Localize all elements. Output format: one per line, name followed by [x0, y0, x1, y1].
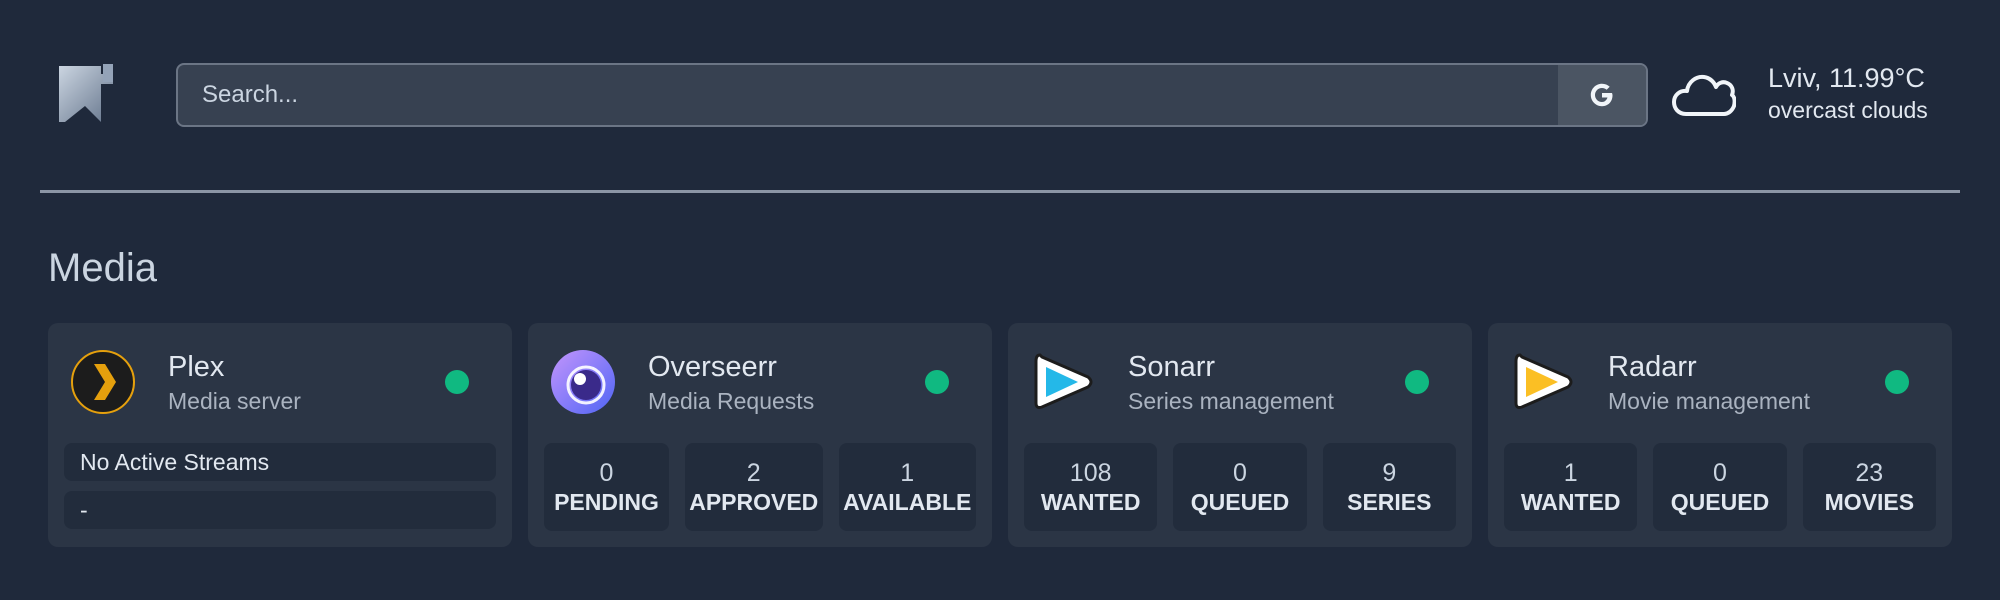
header-divider: [40, 190, 1960, 193]
service-name: Radarr: [1608, 351, 1697, 383]
status-indicator: [925, 370, 949, 394]
search-input[interactable]: [178, 65, 1558, 125]
status-indicator: [1405, 370, 1429, 394]
service-description: Movie management: [1608, 388, 1810, 414]
stat-label: SERIES: [1347, 488, 1432, 515]
service-card-plex[interactable]: Plex Media server No Active Streams -: [48, 323, 512, 547]
stat-value: 0: [1233, 458, 1247, 487]
service-card-sonarr[interactable]: Sonarr Series management 108 WANTED 0 QU…: [1008, 323, 1472, 547]
search-bar: [176, 63, 1648, 127]
stat-queued: 0 QUEUED: [1173, 443, 1307, 531]
stat-label: PENDING: [554, 488, 659, 515]
service-name: Overseerr: [648, 351, 777, 383]
stat-value: 0: [1713, 458, 1727, 487]
service-name: Sonarr: [1128, 351, 1216, 383]
cloud-icon: [1672, 70, 1737, 120]
stat-approved: 2 APPROVED: [685, 443, 823, 531]
status-indicator: [1885, 370, 1909, 394]
bookmark-logo-icon[interactable]: [55, 62, 119, 126]
stats-row: 0 PENDING 2 APPROVED 1 AVAILABLE: [544, 443, 976, 531]
service-card-overseerr[interactable]: Overseerr Media Requests 0 PENDING 2 APP…: [528, 323, 992, 547]
stat-label: WANTED: [1040, 488, 1141, 515]
stat-value: 108: [1069, 458, 1112, 487]
sonarr-icon: [1030, 349, 1096, 415]
service-description: Series management: [1128, 388, 1334, 414]
stat-value: 23: [1855, 458, 1884, 487]
weather-widget[interactable]: Lviv, 11.99°C overcast clouds: [1768, 62, 1928, 125]
overseerr-icon: [550, 349, 616, 415]
stat-value: 0: [599, 458, 614, 487]
service-name: Plex: [168, 351, 225, 383]
stat-wanted: 108 WANTED: [1024, 443, 1158, 531]
stat-value: 2: [746, 458, 761, 487]
plex-icon: [70, 349, 136, 415]
stat-available: 1 AVAILABLE: [838, 443, 976, 531]
stat-movies: 23 MOVIES: [1802, 443, 1936, 531]
stat-label: QUEUED: [1670, 488, 1770, 515]
stat-label: WANTED: [1520, 488, 1621, 515]
stat-label: APPROVED: [689, 488, 819, 515]
service-card-radarr[interactable]: Radarr Movie management 1 WANTED 0 QUEUE…: [1488, 323, 1952, 547]
status-indicator: [445, 370, 469, 394]
stat-label: AVAILABLE: [843, 488, 972, 515]
stat-label: MOVIES: [1824, 488, 1915, 515]
radarr-icon: [1510, 349, 1576, 415]
stat-wanted: 1 WANTED: [1504, 443, 1638, 531]
stat-label: QUEUED: [1190, 488, 1290, 515]
google-icon: [1590, 83, 1613, 107]
stats-row: 1 WANTED 0 QUEUED 23 MOVIES: [1504, 443, 1936, 531]
dashboard-page: Lviv, 11.99°C overcast clouds Media Plex…: [0, 0, 2000, 600]
stat-value: 1: [900, 458, 915, 487]
stat-value: 9: [1382, 458, 1397, 487]
stream-status: No Active Streams: [64, 443, 496, 481]
section-title: Media: [48, 246, 157, 290]
google-search-button[interactable]: [1558, 65, 1646, 125]
service-description: Media server: [168, 388, 301, 414]
stat-series: 9 SERIES: [1322, 443, 1456, 531]
stats-row: 108 WANTED 0 QUEUED 9 SERIES: [1024, 443, 1456, 531]
stat-pending: 0 PENDING: [544, 443, 669, 531]
stat-queued: 0 QUEUED: [1653, 443, 1787, 531]
weather-description: overcast clouds: [1768, 96, 1928, 123]
stat-value: 1: [1563, 458, 1578, 487]
service-description: Media Requests: [648, 388, 815, 414]
weather-location-temperature: Lviv, 11.99°C: [1768, 63, 1925, 93]
stream-detail: -: [64, 491, 496, 529]
